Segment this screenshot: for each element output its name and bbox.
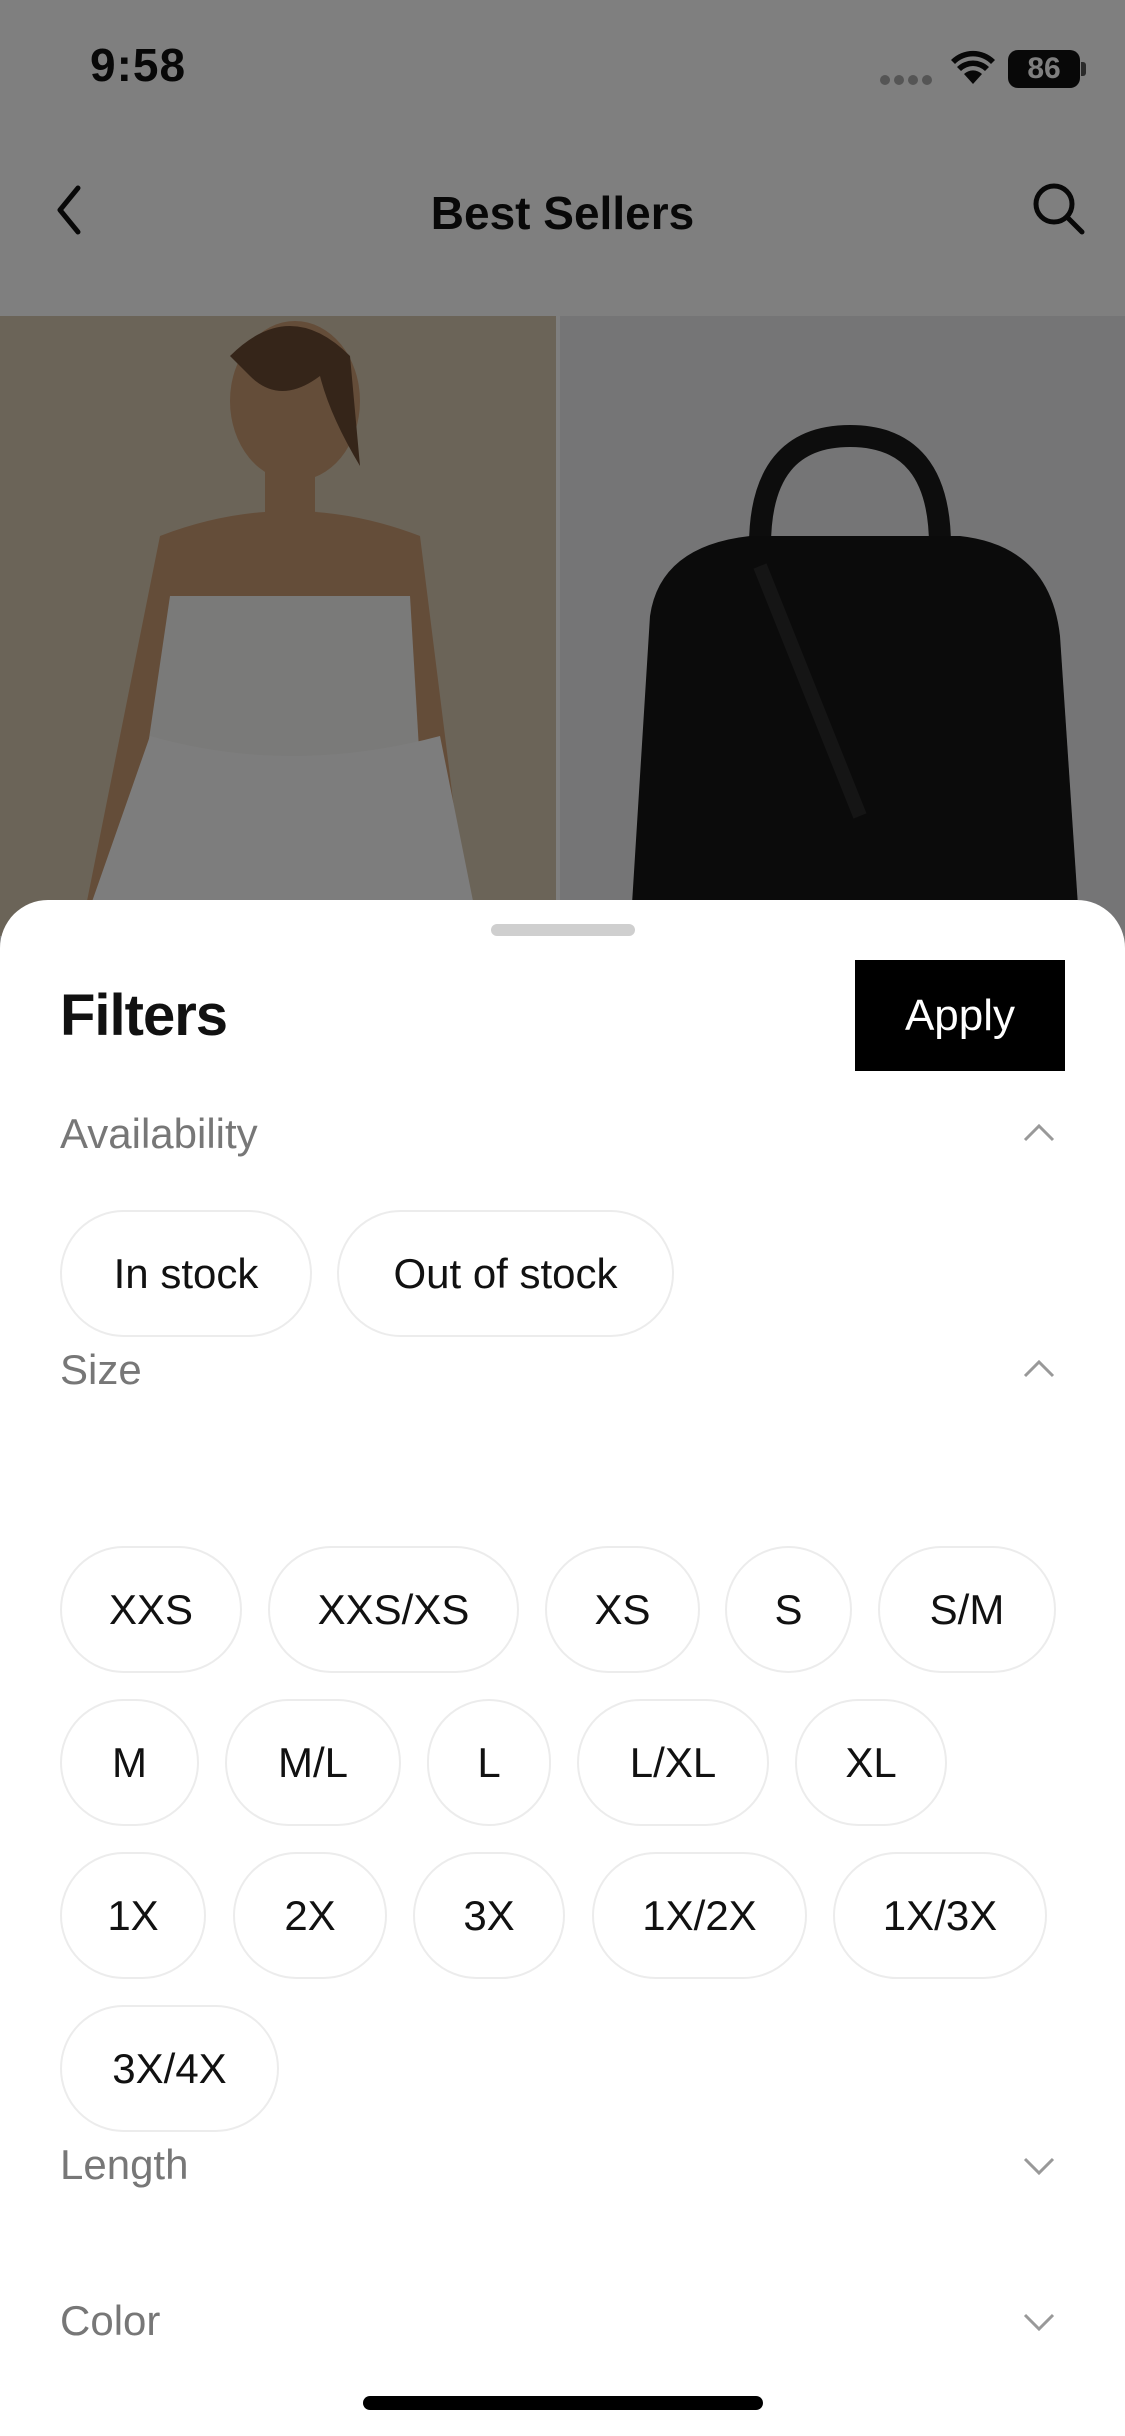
color-title: Color <box>60 2297 161 2344</box>
availability-title: Availability <box>60 1110 258 1157</box>
length-section-header[interactable]: Length <box>60 2131 1065 2201</box>
availability-section-header[interactable]: Availability <box>60 1100 1065 1170</box>
color-section-header[interactable]: Color <box>60 2287 1065 2357</box>
chevron-up-icon <box>1023 1359 1055 1378</box>
size-chip-l-xl[interactable]: L/XL <box>577 1699 769 1826</box>
home-indicator[interactable] <box>363 2396 763 2410</box>
size-chip-2x[interactable]: 2X <box>233 1852 387 1979</box>
size-chip-s-m[interactable]: S/M <box>878 1546 1056 1673</box>
size-chip-3x-4x[interactable]: 3X/4X <box>60 2005 279 2132</box>
size-chip-m[interactable]: M <box>60 1699 199 1826</box>
size-chip-xl[interactable]: XL <box>795 1699 947 1826</box>
chevron-up-icon <box>1023 1123 1055 1142</box>
size-chip-s[interactable]: S <box>725 1546 852 1673</box>
availability-chip-out-of-stock[interactable]: Out of stock <box>337 1210 674 1337</box>
size-chip-m-l[interactable]: M/L <box>225 1699 401 1826</box>
filters-title: Filters <box>60 983 228 1048</box>
size-chip-1x[interactable]: 1X <box>60 1852 206 1979</box>
chevron-down-icon <box>1023 2157 1055 2176</box>
size-chip-l[interactable]: L <box>427 1699 551 1826</box>
length-title: Length <box>60 2141 189 2188</box>
size-chip-1x-3x[interactable]: 1X/3X <box>833 1852 1047 1979</box>
chevron-down-icon <box>1023 2313 1055 2332</box>
size-title: Size <box>60 1346 142 1393</box>
size-chip-xs[interactable]: XS <box>545 1546 700 1673</box>
apply-button[interactable]: Apply <box>855 960 1065 1071</box>
sheet-grabber[interactable] <box>491 924 635 936</box>
filters-sheet: Filters Apply Availability In stock Out … <box>0 900 1125 2436</box>
size-chip-1x-2x[interactable]: 1X/2X <box>592 1852 807 1979</box>
size-chip-xxs-xs[interactable]: XXS/XS <box>268 1546 519 1673</box>
size-chip-xxs[interactable]: XXS <box>60 1546 242 1673</box>
size-section-header[interactable]: Size <box>60 1336 1065 1406</box>
size-chip-3x[interactable]: 3X <box>413 1852 565 1979</box>
availability-chip-in-stock[interactable]: In stock <box>60 1210 312 1337</box>
